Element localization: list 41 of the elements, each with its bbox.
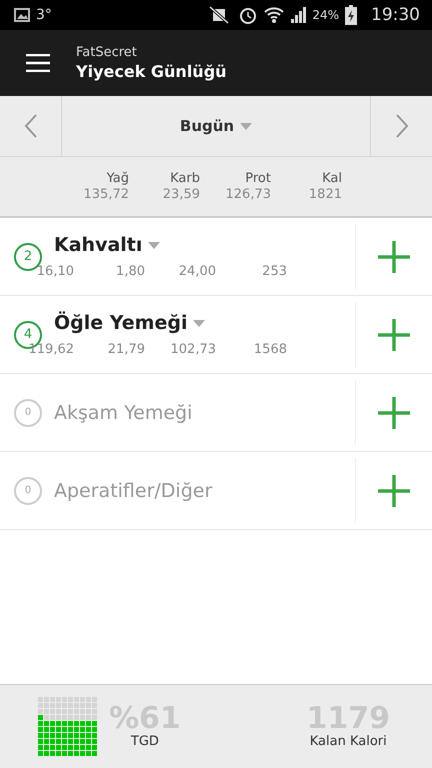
entry-count: 0 bbox=[14, 398, 42, 426]
battery-text: 24% bbox=[312, 8, 339, 22]
wifi-icon bbox=[264, 6, 284, 24]
rdi-label: TGD bbox=[130, 734, 159, 749]
meal-value: 24,00 bbox=[178, 264, 216, 279]
meal-name[interactable]: Kahvaltı bbox=[54, 234, 160, 256]
entry-count: 0 bbox=[14, 476, 42, 504]
meal-value: 1568 bbox=[252, 342, 287, 357]
meal-name[interactable]: Öğle Yemeği bbox=[54, 312, 206, 334]
column-header: Kal bbox=[321, 171, 342, 186]
meal-value: 253 bbox=[261, 264, 287, 279]
total-value: 126,73 bbox=[224, 187, 271, 202]
menu-icon bbox=[26, 54, 50, 72]
signal-icon bbox=[290, 7, 306, 23]
plus-icon bbox=[378, 318, 410, 350]
plus-icon bbox=[378, 474, 410, 506]
clock-text: 19:30 bbox=[371, 5, 420, 25]
total-value: 1821 bbox=[308, 187, 342, 202]
temperature-text: 3° bbox=[36, 7, 52, 23]
battery-icon bbox=[345, 5, 357, 25]
progress-grid bbox=[38, 697, 97, 756]
meal-value: 1,80 bbox=[115, 264, 145, 279]
total-value: 135,72 bbox=[82, 187, 129, 202]
meal-value: 21,79 bbox=[106, 342, 145, 357]
image-icon bbox=[14, 8, 30, 22]
plus-icon bbox=[378, 240, 410, 272]
column-header: Prot bbox=[244, 171, 271, 186]
caret-icon bbox=[240, 122, 252, 130]
page-title: Yiyecek Günlüğü bbox=[76, 62, 227, 81]
remaining-label: Kalan Kalori bbox=[310, 734, 387, 749]
plus-icon bbox=[378, 396, 410, 428]
chevron-left-icon bbox=[24, 114, 38, 138]
total-value: 23,59 bbox=[162, 187, 200, 202]
caret-icon bbox=[193, 320, 206, 326]
app-name: FatSecret bbox=[76, 45, 138, 60]
column-header: Karb bbox=[169, 171, 200, 186]
caret-icon bbox=[148, 242, 160, 248]
column-header: Yağ bbox=[106, 171, 129, 186]
meal-value: 102,73 bbox=[170, 342, 216, 357]
alarm-icon bbox=[238, 5, 258, 25]
chevron-right-icon bbox=[394, 114, 408, 138]
